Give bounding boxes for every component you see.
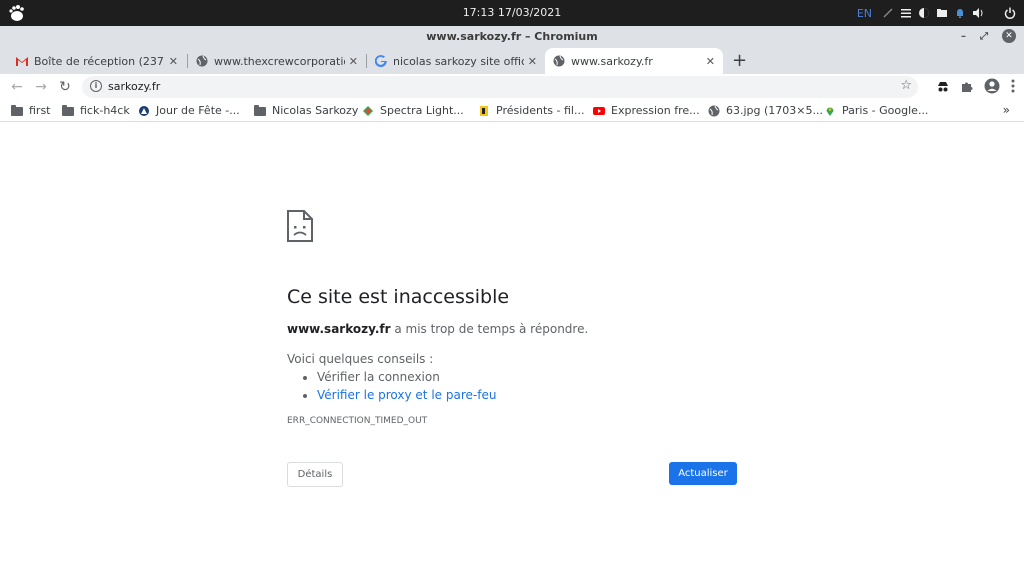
tab-thexcrew[interactable]: www.thexcrewcorporatio ✕ (188, 48, 366, 74)
maps-icon (826, 107, 834, 116)
extensions-puzzle-icon[interactable] (960, 79, 974, 93)
tab-close-button[interactable]: ✕ (528, 55, 537, 68)
system-top-bar: 17:13 17/03/2021 EN (0, 0, 1024, 26)
tab-title: www.thexcrewcorporatio (214, 54, 345, 68)
tab-title: nicolas sarkozy site officie (393, 54, 524, 68)
folder-icon (11, 104, 23, 116)
tab-title: Boîte de réception (237) - (34, 54, 165, 68)
site-info-icon[interactable]: i (90, 80, 102, 92)
details-button[interactable]: Détails (287, 462, 343, 487)
sad-page-icon (287, 210, 313, 242)
bookmark-label: Paris - Google... (842, 104, 929, 117)
suggestion-check-proxy-link[interactable]: Vérifier le proxy et le pare-feu (317, 388, 737, 402)
volume-icon[interactable] (972, 7, 984, 19)
globe-icon (196, 55, 208, 67)
tab-title: www.sarkozy.fr (571, 54, 653, 68)
night-light-icon[interactable] (918, 7, 930, 19)
tab-close-button[interactable]: ✕ (349, 55, 358, 68)
close-window-button[interactable]: ✕ (1002, 29, 1016, 43)
globe-icon (553, 55, 565, 67)
tab-google-search[interactable]: nicolas sarkozy site officie ✕ (367, 48, 545, 74)
more-menu-icon[interactable] (1010, 78, 1016, 94)
folder-icon (62, 104, 74, 116)
forward-arrow-icon[interactable]: → (32, 78, 50, 96)
suggestion-link-text[interactable]: Vérifier le proxy et le pare-feu (317, 388, 496, 402)
bookmark-label: Nicolas Sarkozy (272, 104, 359, 117)
browser-toolbar: ← → ↻ i sarkozy.fr ☆ (0, 74, 1024, 100)
bookmark-jour-de-fete[interactable]: Jour de Fête -... (138, 104, 240, 117)
address-bar[interactable]: i sarkozy.fr ☆ (82, 76, 918, 98)
folder-icon[interactable] (936, 7, 948, 19)
maximize-button[interactable]: ⤢ (980, 31, 988, 42)
site-icon (139, 105, 149, 116)
gmail-icon (16, 57, 28, 66)
tab-strip: Boîte de réception (237) - ✕ www.thexcre… (0, 46, 1024, 74)
bookmark-expression[interactable]: Expression fre... (593, 104, 700, 117)
bookmarks-bar: first fick-h4ck Jour de Fête -... Nicola… (0, 100, 1024, 122)
bookmark-label: Présidents - fil... (496, 104, 585, 117)
tab-close-button[interactable]: ✕ (169, 55, 178, 68)
tab-close-button[interactable]: ✕ (706, 55, 715, 68)
site-icon (480, 105, 488, 116)
error-code: ERR_CONNECTION_TIMED_OUT (287, 416, 428, 426)
site-icon (363, 105, 373, 116)
toolbar-actions (936, 78, 1016, 94)
bookmark-nicolas-sarkozy[interactable]: Nicolas Sarkozy (254, 104, 358, 117)
bookmark-fick-h4ck[interactable]: fick-h4ck (62, 104, 130, 117)
bookmark-63-jpg[interactable]: 63.jpg (1703×5... (708, 104, 823, 117)
bookmark-label: Jour de Fête -... (156, 104, 240, 117)
network-disabled-icon[interactable] (882, 7, 894, 19)
reload-button[interactable]: Actualiser (669, 462, 737, 485)
bookmark-first[interactable]: first (11, 104, 51, 117)
notification-bell-icon[interactable] (954, 7, 966, 19)
globe-icon (708, 105, 720, 116)
error-buttons: Détails Actualiser (287, 462, 737, 488)
reload-icon[interactable]: ↻ (56, 78, 74, 96)
suggestions-list: Vérifier la connexion Vérifier le proxy … (317, 370, 737, 402)
error-summary-text: a mis trop de temps à répondre. (390, 322, 589, 336)
window-title: www.sarkozy.fr – Chromium (426, 30, 598, 43)
error-summary: www.sarkozy.fr a mis trop de temps à rép… (287, 322, 737, 336)
back-arrow-icon[interactable]: ← (8, 78, 26, 96)
tab-sarkozy[interactable]: www.sarkozy.fr ✕ (545, 48, 723, 74)
bookmark-label: first (29, 104, 51, 117)
bookmark-spectra-light[interactable]: Spectra Light... (362, 104, 464, 117)
new-tab-button[interactable]: + (732, 50, 747, 71)
suggestion-check-connection: Vérifier la connexion (317, 370, 737, 384)
menu-icon[interactable] (900, 7, 912, 19)
error-page: Ce site est inaccessible www.sarkozy.fr … (287, 210, 737, 426)
bookmark-label: fick-h4ck (80, 104, 130, 117)
error-host: www.sarkozy.fr (287, 322, 391, 336)
suggestions-title: Voici quelques conseils : (287, 352, 434, 366)
extension-spy-icon[interactable] (936, 79, 950, 93)
suggestion-text: Vérifier la connexion (317, 370, 440, 384)
keyboard-language[interactable]: EN (857, 7, 872, 20)
error-heading: Ce site est inaccessible (287, 286, 510, 308)
system-tray: EN (857, 4, 1016, 22)
folder-icon (254, 104, 266, 116)
bookmark-label: Expression fre... (611, 104, 700, 117)
bookmark-label: 63.jpg (1703×5... (726, 104, 824, 117)
bookmark-presidents[interactable]: Présidents - fil... (478, 104, 584, 117)
profile-avatar-icon[interactable] (984, 78, 1000, 94)
bookmark-label: Spectra Light... (380, 104, 464, 117)
google-icon (375, 55, 387, 67)
more-bookmarks-chevron-icon[interactable]: » (1003, 103, 1010, 117)
bookmark-star-icon[interactable]: ☆ (900, 78, 912, 93)
minimize-button[interactable]: – (961, 31, 966, 42)
tab-inbox[interactable]: Boîte de réception (237) - ✕ (8, 48, 186, 74)
window-title-bar: www.sarkozy.fr – Chromium – ⤢ ✕ (0, 26, 1024, 46)
bookmark-paris-maps[interactable]: Paris - Google... (824, 104, 928, 117)
power-icon[interactable] (1004, 7, 1016, 19)
youtube-icon (593, 106, 605, 115)
window-controls: – ⤢ ✕ (961, 29, 1016, 43)
url-text[interactable]: sarkozy.fr (108, 80, 160, 93)
